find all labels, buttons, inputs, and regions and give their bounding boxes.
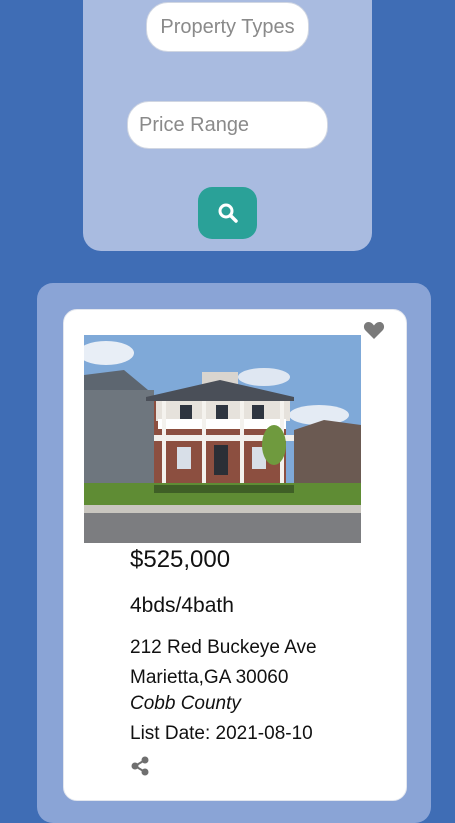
listing-beds-baths: 4bds/4bath <box>130 594 234 617</box>
price-range-input[interactable]: Price Range <box>127 101 328 149</box>
search-icon <box>218 203 238 223</box>
heart-icon[interactable] <box>362 318 386 342</box>
price-range-placeholder: Price Range <box>139 113 250 136</box>
listing-date: List Date: 2021-08-10 <box>130 723 313 744</box>
share-icon[interactable] <box>130 756 150 776</box>
property-photo[interactable] <box>84 335 361 543</box>
property-types-select[interactable]: Property Types <box>146 2 309 52</box>
listing-address: 212 Red Buckeye Ave Marietta,GA 30060 <box>130 633 317 693</box>
results-panel: $525,000 4bds/4bath 212 Red Buckeye Ave … <box>37 283 431 823</box>
listing-card[interactable]: $525,000 4bds/4bath 212 Red Buckeye Ave … <box>63 309 407 801</box>
search-button[interactable] <box>198 187 257 239</box>
address-city: Marietta,GA 30060 <box>130 667 289 688</box>
search-panel: Property Types Price Range <box>83 0 372 251</box>
listing-price: $525,000 <box>130 546 231 573</box>
listing-county: Cobb County <box>130 693 241 714</box>
address-street: 212 Red Buckeye Ave <box>130 637 317 658</box>
property-types-placeholder: Property Types <box>160 15 295 38</box>
